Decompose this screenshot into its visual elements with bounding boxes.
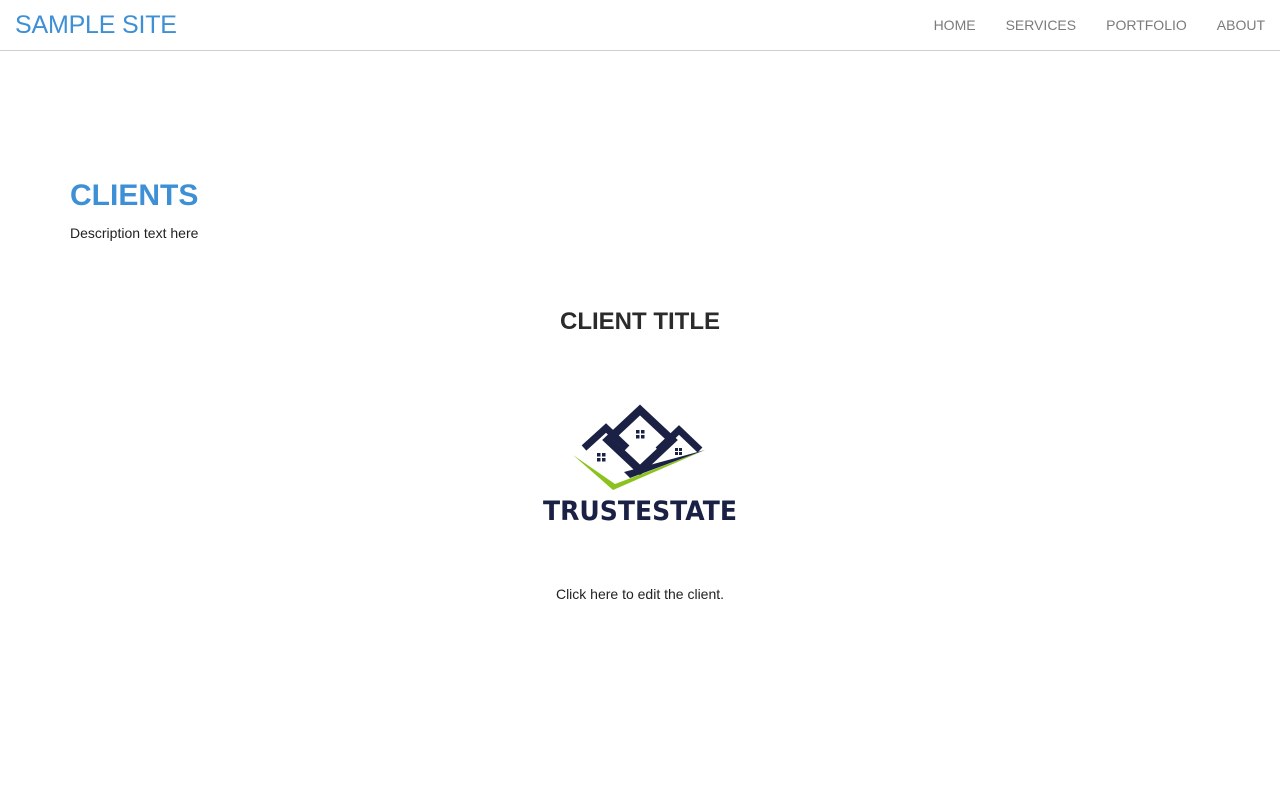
site-brand-link[interactable]: SAMPLE SITE [15, 10, 177, 40]
section-title: CLIENTS [70, 179, 199, 212]
nav-link-services[interactable]: SERVICES [991, 0, 1092, 33]
section-description: Description text here [70, 225, 199, 241]
edit-client-link[interactable]: Click here to edit the client. [0, 586, 1280, 602]
top-navbar: SAMPLE SITE HOME SERVICES PORTFOLIO ABOU… [0, 0, 1280, 51]
nav-item-services: SERVICES [991, 0, 1092, 50]
nav-item-portfolio: PORTFOLIO [1091, 0, 1202, 50]
nav-link-portfolio[interactable]: PORTFOLIO [1091, 0, 1202, 33]
nav-link-about[interactable]: ABOUT [1202, 0, 1280, 33]
nav-link-home[interactable]: HOME [919, 0, 991, 33]
logo-text: TRUSTESTATE [543, 496, 737, 527]
client-title: CLIENT TITLE [560, 308, 720, 335]
nav-item-about: ABOUT [1202, 0, 1280, 50]
client-logo: TRUSTESTATE [543, 404, 737, 527]
nav-item-home: HOME [919, 0, 991, 50]
main-nav: HOME SERVICES PORTFOLIO ABOUT [919, 0, 1280, 50]
